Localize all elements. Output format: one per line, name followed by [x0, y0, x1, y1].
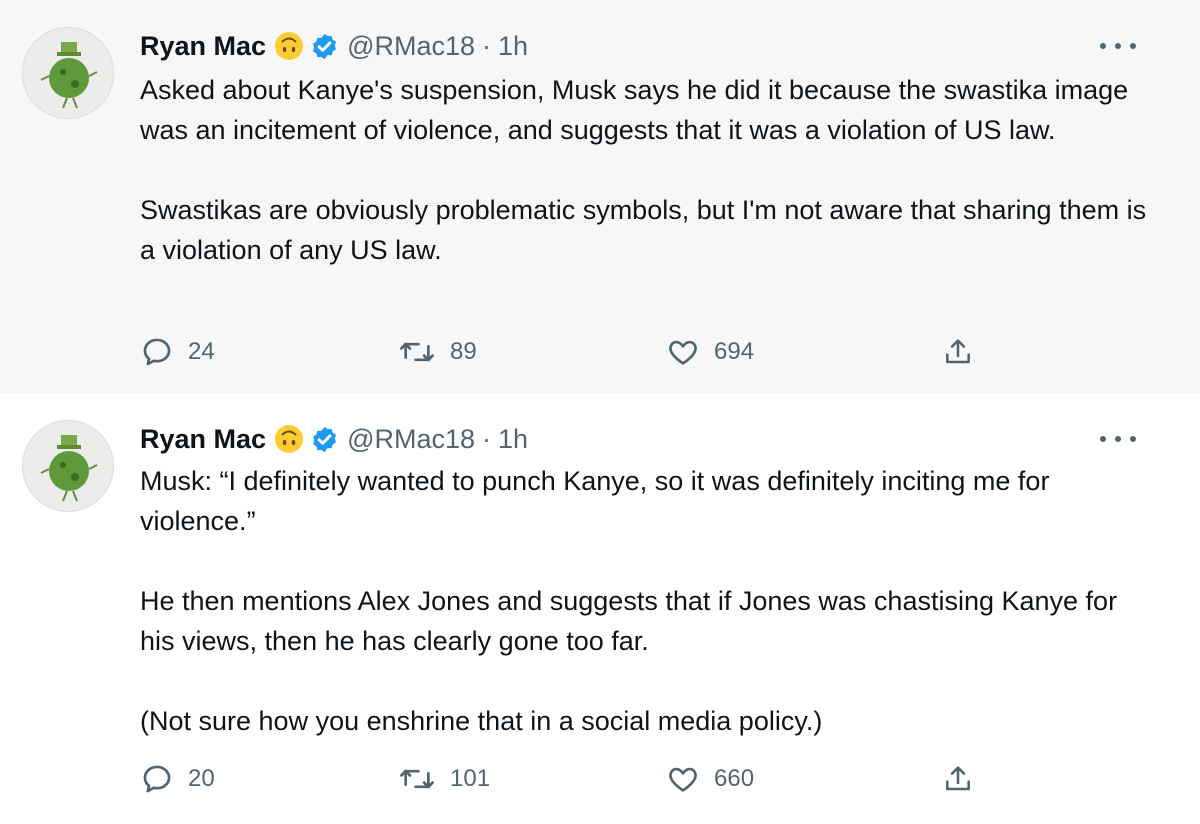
tweet-text: Musk: “I definitely wanted to punch Kany…	[140, 461, 1150, 741]
like-count: 694	[714, 338, 755, 365]
tweet-1[interactable]: Ryan Mac @RMac18 · 1h Asked about Kanye'…	[0, 0, 1200, 393]
share-button[interactable]	[942, 761, 974, 797]
share-button[interactable]	[942, 334, 974, 370]
like-count: 660	[714, 765, 755, 792]
tweet-header: Ryan Mac @RMac18 · 1h	[140, 28, 528, 64]
retweet-button[interactable]: 101	[398, 761, 490, 797]
reply-icon	[143, 765, 171, 793]
like-button[interactable]: 694	[666, 334, 754, 370]
author-handle[interactable]: @RMac18	[347, 31, 475, 62]
retweet-icon	[400, 342, 434, 362]
retweet-button[interactable]: 89	[398, 334, 477, 370]
more-options-icon[interactable]	[1100, 36, 1136, 56]
tweet-actions: 24 89 694	[140, 334, 980, 370]
tweet-paragraph: Musk: “I definitely wanted to punch Kany…	[140, 466, 1050, 536]
retweet-count: 89	[450, 338, 477, 365]
verified-badge-icon	[310, 425, 339, 454]
share-icon	[946, 339, 970, 364]
tweet-text: Asked about Kanye's suspension, Musk say…	[140, 70, 1150, 270]
author-name[interactable]: Ryan Mac	[140, 424, 266, 455]
tweet-paragraph: Swastikas are obviously problematic symb…	[140, 195, 1147, 265]
tweet-2[interactable]: Ryan Mac @RMac18 · 1h Musk: “I definitel…	[0, 393, 1200, 824]
reply-count: 24	[188, 338, 215, 365]
tweet-header: Ryan Mac @RMac18 · 1h	[140, 421, 528, 457]
more-options-icon[interactable]	[1100, 429, 1136, 449]
upside-down-face-emoji	[274, 31, 304, 61]
reply-icon	[143, 338, 171, 366]
retweet-count: 101	[450, 765, 491, 792]
timestamp[interactable]: 1h	[498, 31, 528, 62]
reply-button[interactable]: 20	[140, 761, 215, 797]
share-icon	[946, 766, 970, 791]
timestamp[interactable]: 1h	[498, 424, 528, 455]
author-name[interactable]: Ryan Mac	[140, 31, 266, 62]
tweet-paragraph: Asked about Kanye's suspension, Musk say…	[140, 75, 1129, 145]
avatar[interactable]	[22, 27, 114, 119]
avatar[interactable]	[22, 420, 114, 512]
like-icon	[669, 767, 697, 792]
separator-dot: ·	[482, 423, 492, 454]
tweet-actions: 20 101 660	[140, 761, 980, 797]
tweet-paragraph: (Not sure how you enshrine that in a soc…	[140, 706, 823, 736]
separator-dot: ·	[482, 30, 492, 61]
tweet-paragraph: He then mentions Alex Jones and suggests…	[140, 586, 1118, 656]
upside-down-face-emoji	[274, 424, 304, 454]
verified-badge-icon	[310, 32, 339, 61]
reply-count: 20	[188, 765, 215, 792]
reply-button[interactable]: 24	[140, 334, 215, 370]
retweet-icon	[400, 769, 434, 789]
like-icon	[669, 340, 697, 365]
author-handle[interactable]: @RMac18	[347, 424, 475, 455]
like-button[interactable]: 660	[666, 761, 754, 797]
